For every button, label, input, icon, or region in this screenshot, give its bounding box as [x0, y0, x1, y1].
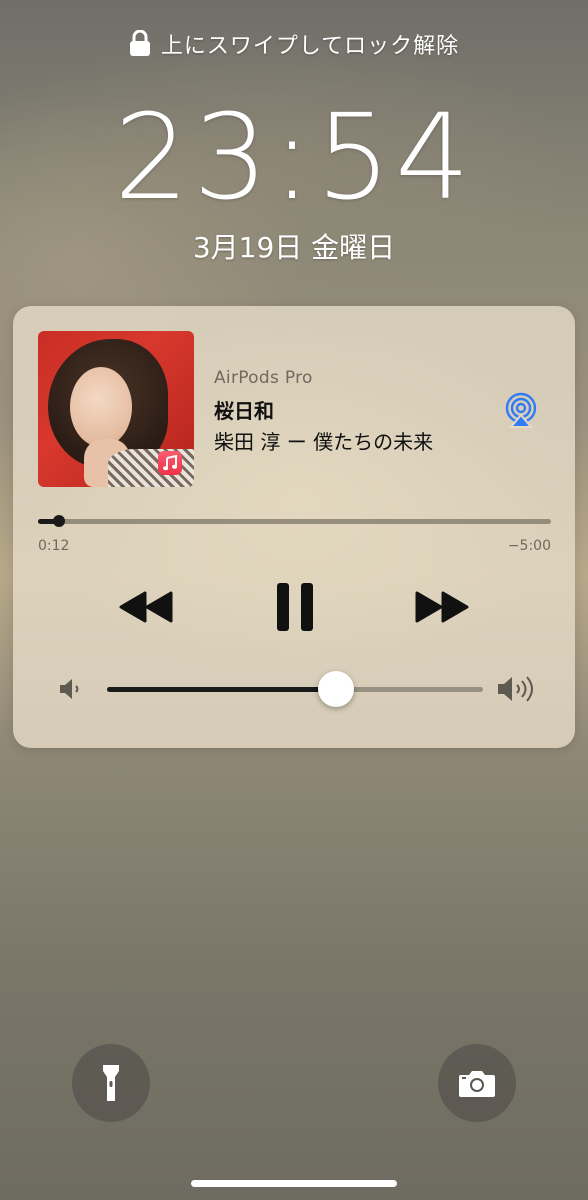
camera-button[interactable]: [438, 1044, 516, 1122]
pause-icon: [277, 583, 313, 631]
remaining-time: −5:00: [507, 538, 551, 554]
volume-low-icon: [59, 678, 85, 700]
now-playing-widget: AirPods Pro 桜日和 柴田 淳 ー 僕たちの未来 0:12 −5:00: [13, 306, 575, 748]
album-artwork[interactable]: [38, 331, 194, 487]
rewind-button[interactable]: [113, 578, 179, 636]
volume-high-icon: [497, 675, 537, 703]
rewind-icon: [119, 591, 173, 623]
airplay-icon[interactable]: [503, 392, 539, 428]
pause-button[interactable]: [267, 578, 323, 636]
track-title: 桜日和: [214, 399, 274, 423]
fast-forward-button[interactable]: [409, 578, 475, 636]
elapsed-time: 0:12: [38, 538, 70, 554]
volume-slider[interactable]: [107, 671, 483, 707]
output-device-name: AirPods Pro: [214, 368, 313, 388]
flashlight-button[interactable]: [72, 1044, 150, 1122]
progress-knob[interactable]: [52, 515, 65, 527]
flashlight-icon: [103, 1065, 119, 1101]
camera-icon: [459, 1071, 495, 1097]
fast-forward-icon: [415, 591, 469, 623]
clock-date: 3月19日 金曜日: [192, 231, 396, 264]
clock-time: 23:54: [113, 88, 475, 226]
progress-scrubber[interactable]: [38, 515, 551, 527]
unlock-hint-label: 上にスワイプしてロック解除: [160, 34, 460, 59]
music-note-icon: [158, 451, 182, 475]
volume-knob[interactable]: [318, 671, 355, 707]
track-artist-album: 柴田 淳 ー 僕たちの未来: [214, 430, 434, 454]
lock-icon: [129, 29, 151, 62]
home-indicator[interactable]: [191, 1180, 397, 1187]
volume-fill: [107, 687, 337, 692]
unlock-hint: 上にスワイプしてロック解除: [0, 28, 588, 62]
